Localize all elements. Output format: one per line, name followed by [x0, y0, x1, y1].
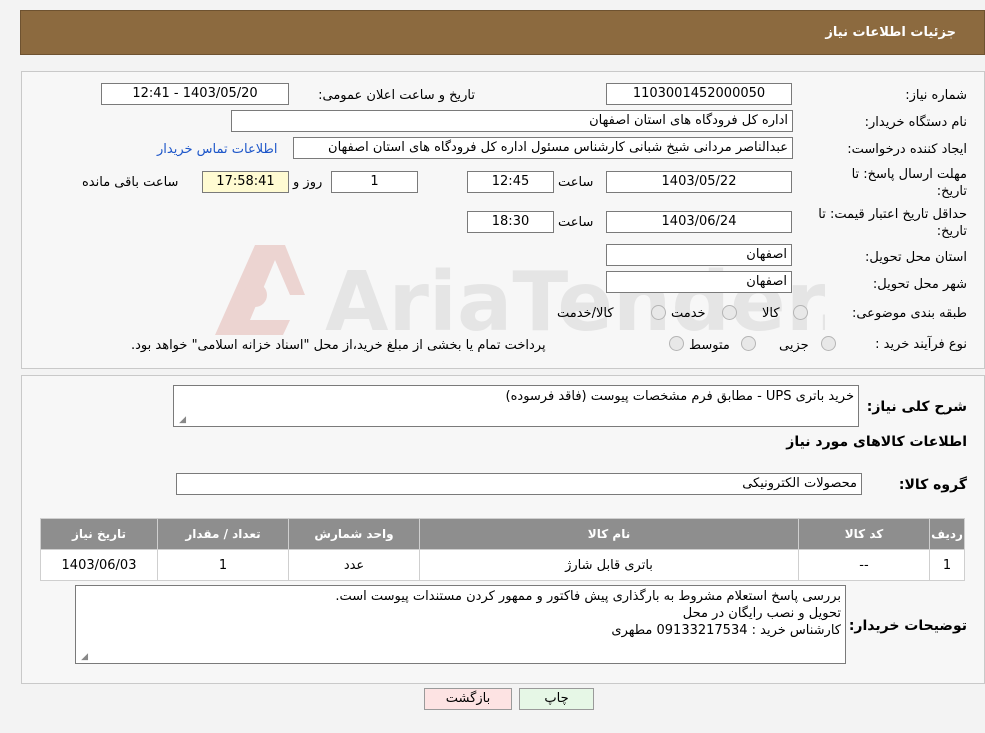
buyer-notes-line-3: کارشناس خرید : 09133217534 مطهری [611, 623, 841, 638]
buyer-org-label: نام دستگاه خریدار: [864, 115, 967, 130]
category-radio-goods[interactable] [793, 305, 808, 320]
deadline-time-field: 12:45 [467, 171, 554, 193]
announce-field: 1403/05/20 - 12:41 [101, 83, 289, 105]
process-option-minor: جزیی [779, 338, 809, 353]
buyer-notes-textarea[interactable]: بررسی پاسخ استعلام مشروط به بارگذاری پیش… [75, 585, 846, 664]
process-radio-medium[interactable] [741, 336, 756, 351]
table-row: 1 -- باتری قابل شارژ عدد 1 1403/06/03 [40, 549, 965, 581]
province-field: اصفهان [606, 244, 792, 266]
buyer-org-field: اداره کل فرودگاه های استان اصفهان [231, 110, 793, 132]
col-row: ردیف [929, 518, 965, 550]
buyer-notes-line-2: تحویل و نصب رایگان در محل [682, 606, 841, 621]
cell-name: باتری قابل شارژ [419, 549, 799, 581]
col-qty: تعداد / مقدار [157, 518, 289, 550]
need-number-field: 1103001452000050 [606, 83, 792, 105]
buyer-contact-link[interactable]: اطلاعات تماس خریدار [157, 142, 277, 157]
page-title: جزئیات اطلاعات نیاز [825, 25, 956, 40]
deadline-label: مهلت ارسال پاسخ: تا [851, 167, 967, 182]
process-option-medium: متوسط [689, 338, 730, 353]
validity-label: حداقل تاریخ اعتبار قیمت: تا [818, 207, 967, 222]
city-label: شهر محل تحویل: [872, 277, 967, 292]
creator-field: عبدالناصر مردانی شیخ شبانی کارشناس مسئول… [293, 137, 793, 159]
col-code: کد کالا [798, 518, 930, 550]
goods-table: ردیف کد کالا نام کالا واحد شمارش تعداد /… [40, 518, 965, 581]
category-option-goods: کالا [762, 306, 780, 321]
deadline-date-field: 1403/05/22 [606, 171, 792, 193]
goods-group-label: گروه کالا: [898, 477, 967, 493]
cell-code: -- [798, 549, 930, 581]
deadline-time-label: ساعت [558, 175, 594, 190]
category-option-service: خدمت [671, 306, 706, 321]
goods-table-header: ردیف کد کالا نام کالا واحد شمارش تعداد /… [40, 518, 965, 550]
page-header: جزئیات اطلاعات نیاز [20, 10, 985, 55]
goods-group-field: محصولات الکترونیکی [176, 473, 862, 495]
col-unit: واحد شمارش [288, 518, 420, 550]
category-radio-service[interactable] [722, 305, 737, 320]
summary-textarea[interactable]: خرید باتری UPS - مطابق فرم مشخصات پیوست … [173, 385, 859, 427]
cell-unit: عدد [288, 549, 420, 581]
validity-date-field: 1403/06/24 [606, 211, 792, 233]
category-option-goods-service: کالا/خدمت [557, 306, 614, 321]
cell-need-date: 1403/06/03 [40, 549, 158, 581]
col-name: نام کالا [419, 518, 799, 550]
buyer-notes-label: توضیحات خریدار: [848, 618, 967, 634]
days-field: 1 [331, 171, 418, 193]
goods-info-title: اطلاعات کالاهای مورد نیاز [786, 434, 967, 450]
cell-qty: 1 [157, 549, 289, 581]
creator-label: ایجاد کننده درخواست: [847, 142, 967, 157]
summary-text: خرید باتری UPS - مطابق فرم مشخصات پیوست … [505, 389, 854, 404]
validity-label-date: تاریخ: [936, 224, 967, 239]
validity-time-field: 18:30 [467, 211, 554, 233]
deadline-label-date: تاریخ: [936, 184, 967, 199]
process-note: پرداخت تمام یا بخشی از مبلغ خرید،از محل … [131, 338, 546, 353]
process-radio-treasury[interactable] [669, 336, 684, 351]
remaining-time-field: 17:58:41 [202, 171, 289, 193]
remaining-label: ساعت باقی مانده [82, 175, 179, 190]
category-label: طبقه بندی موضوعی: [851, 306, 967, 321]
col-need-date: تاریخ نیاز [40, 518, 158, 550]
process-radio-minor[interactable] [821, 336, 836, 351]
city-field: اصفهان [606, 271, 792, 293]
announce-label: تاریخ و ساعت اعلان عمومی: [318, 88, 475, 103]
need-number-label: شماره نیاز: [905, 88, 967, 103]
province-label: استان محل تحویل: [865, 250, 967, 265]
summary-label: شرح کلی نیاز: [866, 399, 967, 415]
resize-grip-icon[interactable]: ◢ [78, 652, 88, 662]
days-label: روز و [293, 175, 323, 190]
back-button[interactable]: بازگشت [424, 688, 512, 710]
resize-grip-icon[interactable]: ◢ [176, 415, 186, 425]
print-button[interactable]: چاپ [519, 688, 594, 710]
buyer-notes-line-1: بررسی پاسخ استعلام مشروط به بارگذاری پیش… [335, 589, 841, 604]
validity-time-label: ساعت [558, 215, 594, 230]
category-radio-goods-service[interactable] [651, 305, 666, 320]
process-label: نوع فرآیند خرید : [875, 337, 967, 352]
cell-row: 1 [929, 549, 965, 581]
